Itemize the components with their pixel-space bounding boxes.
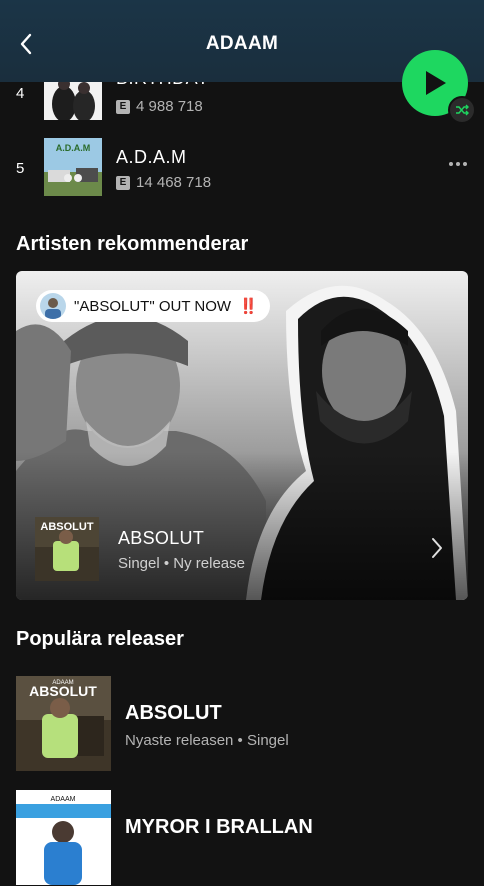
release-subtitle: Nyaste releasen • Singel: [125, 732, 289, 749]
svg-text:A.D.A.M: A.D.A.M: [56, 143, 91, 153]
track-number: 4: [16, 85, 25, 102]
track-row[interactable]: 5 A.D.A.M A.D.A.M E 14 468 718: [0, 138, 484, 196]
release-title: ABSOLUT: [118, 528, 205, 548]
release-title: ABSOLUT: [125, 702, 222, 724]
play-count: 4 988 718: [136, 98, 203, 115]
release-row[interactable]: ADAAM MYROR I BRALLAN: [0, 790, 484, 886]
dot-icon: [463, 162, 467, 166]
page-title: ADAAM: [205, 33, 279, 54]
release-title: MYROR I BRALLAN: [125, 816, 313, 838]
section-title-popular: Populära releaser: [16, 628, 184, 650]
shuffle-button[interactable]: [448, 96, 476, 124]
track-meta: E 4 988 718: [116, 98, 203, 115]
release-cover: ABSOLUT: [35, 517, 99, 581]
explicit-badge: E: [116, 99, 130, 114]
more-options-button[interactable]: [446, 154, 470, 174]
dot-icon: [449, 162, 453, 166]
announcement-text: "ABSOLUT" OUT NOW: [74, 297, 232, 315]
explicit-badge: E: [116, 175, 130, 190]
svg-text:ABSOLUT: ABSOLUT: [29, 683, 97, 699]
section-title-recommend: Artisten rekommenderar: [16, 233, 249, 255]
play-count: 14 468 718: [136, 174, 212, 191]
dot-icon: [456, 162, 460, 166]
track-title: A.D.A.M: [116, 147, 187, 167]
play-icon: [426, 71, 446, 95]
double-exclamation-icon: ‼️: [239, 298, 258, 315]
chevron-right-icon: [430, 537, 444, 564]
release-row[interactable]: ADAAM ABSOLUT ABSOLUT Nyaste releasen • …: [0, 676, 484, 772]
track-cover: A.D.A.M: [44, 138, 102, 196]
announcement-tag: "ABSOLUT" OUT NOW ‼️: [36, 290, 270, 322]
track-meta: E 14 468 718: [116, 174, 211, 191]
artist-avatar: [40, 293, 66, 319]
track-number: 5: [16, 160, 25, 177]
shuffle-icon: [456, 104, 469, 116]
release-cover: ADAAM: [16, 790, 111, 885]
svg-text:ABSOLUT: ABSOLUT: [40, 521, 93, 533]
release-subtitle: Singel • Ny release: [118, 555, 245, 572]
recommendation-card[interactable]: "ABSOLUT" OUT NOW ‼️ ABSOLUT ABSOLUT Sin…: [16, 271, 468, 600]
svg-text:ADAAM: ADAAM: [51, 796, 76, 803]
release-cover: ADAAM ABSOLUT: [16, 676, 111, 771]
